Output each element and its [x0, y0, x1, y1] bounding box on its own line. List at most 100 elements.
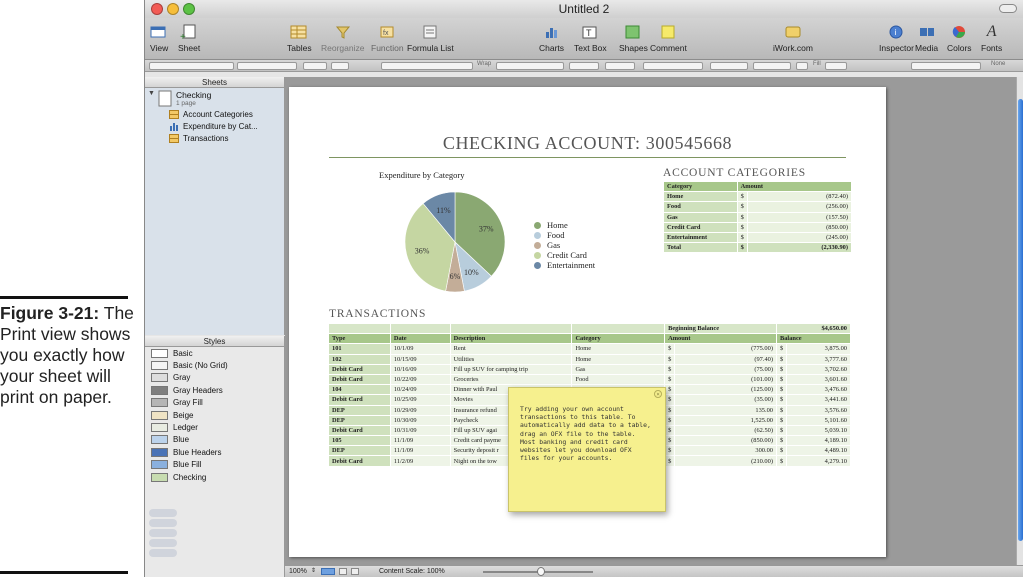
column-header[interactable]: Amount: [736, 180, 853, 193]
font-size-menu[interactable]: [303, 62, 327, 70]
reorganize-button[interactable]: Reorganize: [321, 21, 364, 53]
tables-button[interactable]: Tables: [287, 21, 312, 53]
table-cell[interactable]: $: [775, 424, 788, 437]
account-categories-table[interactable]: Category Amount Home $ (872.40) Food $ (256.0…: [663, 180, 853, 254]
sheet-button[interactable]: + Sheet: [178, 21, 200, 53]
vertical-scrollbar[interactable]: [1016, 77, 1023, 565]
style-item[interactable]: Blue Headers: [145, 446, 284, 458]
table-cell[interactable]: (101.00): [674, 373, 777, 386]
table-cell[interactable]: Groceries: [449, 373, 573, 386]
style-item[interactable]: Blue Fill: [145, 459, 284, 471]
inspector-button[interactable]: i Inspector: [879, 21, 914, 53]
table-cell[interactable]: 4,279.10: [786, 455, 851, 467]
table-cell[interactable]: 101: [328, 343, 391, 355]
minimize-window-button[interactable]: [167, 3, 179, 15]
style-item[interactable]: Blue: [145, 434, 284, 446]
table-cell[interactable]: Total: [663, 242, 738, 254]
table-cell[interactable]: $: [664, 384, 676, 396]
table-cell[interactable]: 10/30/09: [389, 414, 451, 426]
style-item[interactable]: Beige: [145, 409, 284, 421]
table-cell[interactable]: 10/25/09: [389, 394, 451, 406]
table-cell[interactable]: 3,702.60: [786, 363, 851, 375]
table-cell[interactable]: $: [736, 221, 748, 233]
beginning-balance-label[interactable]: Beginning Balance: [664, 322, 777, 335]
scroll-thumb[interactable]: [1018, 99, 1023, 541]
table-cell[interactable]: $: [664, 404, 676, 416]
table-cell[interactable]: $: [664, 424, 676, 437]
table-cell[interactable]: $: [664, 394, 676, 406]
function-button[interactable]: fx Function: [371, 21, 404, 53]
table-cell[interactable]: $: [664, 455, 676, 467]
table-cell[interactable]: Rent: [449, 343, 573, 355]
text-box-button[interactable]: T Text Box: [574, 21, 607, 53]
page-orientation-icon[interactable]: [351, 568, 359, 575]
table-cell[interactable]: (850.00): [746, 221, 853, 233]
table-cell[interactable]: Debit Card: [328, 394, 391, 406]
font-menu[interactable]: [237, 62, 297, 70]
formula-list-button[interactable]: Formula List: [407, 21, 454, 53]
table-cell[interactable]: Entertainment: [663, 231, 738, 244]
iwork-button[interactable]: iWork.com: [773, 21, 813, 53]
table-cell[interactable]: $: [736, 231, 748, 244]
table-cell[interactable]: $: [736, 191, 748, 203]
table-cell[interactable]: (125.00): [674, 384, 777, 396]
comment-sticky-note[interactable]: × Try adding your own account transactio…: [508, 387, 666, 512]
border-color-menu[interactable]: [753, 62, 791, 70]
border-width-field[interactable]: [710, 62, 748, 70]
column-header[interactable]: Category: [663, 180, 738, 193]
sheet-item-expenditure-chart[interactable]: Expenditure by Cat...: [145, 120, 284, 132]
toolbar-toggle-button[interactable]: [999, 4, 1017, 13]
table-cell[interactable]: Food: [663, 201, 738, 213]
table-cell[interactable]: 3,476.60: [786, 384, 851, 396]
table-cell[interactable]: 10/22/09: [389, 373, 451, 386]
table-cell[interactable]: $: [664, 435, 676, 447]
table-cell[interactable]: 104: [328, 384, 391, 396]
zoom-window-button[interactable]: [183, 3, 195, 15]
table-cell[interactable]: 1,525.00: [674, 414, 777, 426]
beginning-balance-value[interactable]: $4,650.00: [775, 322, 852, 335]
table-cell[interactable]: DEP: [328, 404, 391, 416]
table-cell[interactable]: $: [775, 455, 788, 467]
table-cell[interactable]: $: [775, 445, 788, 457]
table-cell[interactable]: Home: [571, 343, 666, 355]
table-cell[interactable]: $: [736, 242, 748, 254]
table-cell[interactable]: 4,189.10: [786, 435, 851, 447]
wrap-checkbox[interactable]: Wrap: [477, 61, 491, 67]
table-cell[interactable]: $: [775, 414, 788, 426]
table-cell[interactable]: 10/1/09: [389, 343, 451, 355]
close-window-button[interactable]: [151, 3, 163, 15]
table-cell[interactable]: 5,101.60: [786, 414, 851, 426]
table-cell[interactable]: $: [664, 373, 676, 386]
cell-style-buttons[interactable]: [911, 62, 981, 70]
style-item[interactable]: Basic (No Grid): [145, 359, 284, 371]
table-cell[interactable]: $: [775, 353, 788, 365]
table-cell[interactable]: 4,489.10: [786, 445, 851, 457]
table-cell[interactable]: DEP: [328, 445, 391, 457]
decimal-buttons[interactable]: [569, 62, 599, 70]
table-cell[interactable]: 11/2/09: [389, 455, 451, 467]
style-item[interactable]: Gray Fill: [145, 397, 284, 409]
table-cell[interactable]: 102: [328, 353, 391, 365]
table-cell[interactable]: $: [775, 384, 788, 396]
style-item[interactable]: Gray Headers: [145, 384, 284, 396]
table-cell[interactable]: (35.00): [674, 394, 777, 406]
table-cell[interactable]: 10/24/09: [389, 384, 451, 396]
comment-button[interactable]: Comment: [650, 21, 687, 53]
table-cell[interactable]: $: [775, 363, 788, 375]
zoom-menu[interactable]: 100%: [289, 566, 307, 577]
table-cell[interactable]: $: [775, 343, 788, 355]
table-cell[interactable]: Home: [663, 191, 738, 203]
style-item[interactable]: Checking: [145, 471, 284, 483]
table-cell[interactable]: $: [664, 445, 676, 457]
table-cell[interactable]: (872.40): [746, 191, 853, 203]
table-cell[interactable]: 105: [328, 435, 391, 447]
table-cell[interactable]: 3,441.60: [786, 394, 851, 406]
table-cell[interactable]: 11/1/09: [389, 435, 451, 447]
table-cell[interactable]: (97.40): [674, 353, 777, 365]
zoom-chevron-icon[interactable]: ⇕: [311, 566, 316, 577]
table-cell[interactable]: $: [775, 435, 788, 447]
view-button[interactable]: View: [150, 21, 168, 53]
table-cell[interactable]: $: [664, 343, 676, 355]
table-cell[interactable]: Home: [571, 353, 666, 365]
table-cell[interactable]: 300.00: [674, 445, 777, 457]
